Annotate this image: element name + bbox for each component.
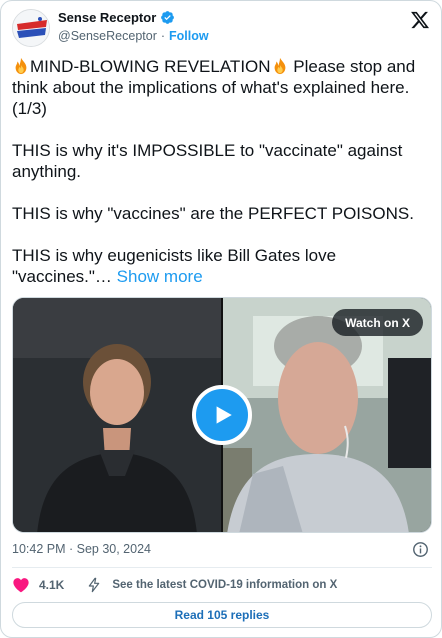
play-button[interactable] <box>192 385 252 445</box>
read-replies-button[interactable]: Read 105 replies <box>12 602 432 628</box>
like-button[interactable]: 4.1K <box>12 577 64 593</box>
tweet-paragraph-1: MIND-BLOWING REVELATION Please stop and … <box>12 56 434 119</box>
tweet-text: MIND-BLOWING REVELATION Please stop and … <box>12 56 434 287</box>
info-icon[interactable] <box>412 541 429 558</box>
play-icon <box>216 406 232 424</box>
fire-icon <box>274 57 285 75</box>
like-count: 4.1K <box>39 578 65 592</box>
heart-icon <box>13 578 29 593</box>
lightning-icon <box>89 577 100 593</box>
handle[interactable]: @SenseReceptor <box>58 29 157 43</box>
tweet-paragraph-4: THIS is why eugenicists like Bill Gates … <box>12 245 434 287</box>
follow-button[interactable]: Follow <box>169 29 209 43</box>
avatar-logo-icon <box>13 10 49 46</box>
tweet-timestamp[interactable]: 10:42 PM · Sep 30, 2024 <box>12 542 151 556</box>
covid-info-text: See the latest COVID-19 information on X <box>112 579 338 591</box>
divider <box>12 567 432 568</box>
verified-badge-icon <box>161 11 175 24</box>
watch-on-x-button[interactable]: Watch on X <box>332 309 423 336</box>
covid-info-link[interactable]: See the latest COVID-19 information on X <box>86 576 337 594</box>
video-player[interactable]: Watch on X <box>12 297 432 533</box>
handle-row: @SenseReceptor · Follow <box>58 29 209 43</box>
tweet-paragraph-3: THIS is why "vaccines" are the PERFECT P… <box>12 204 414 223</box>
fire-icon <box>15 57 27 75</box>
show-more-link[interactable]: Show more <box>117 267 203 286</box>
tweet-header: Sense Receptor @SenseReceptor · Follow <box>12 8 432 48</box>
name-row: Sense Receptor <box>58 10 175 25</box>
avatar[interactable] <box>12 9 50 47</box>
separator: · <box>160 29 166 43</box>
tweet-card: Sense Receptor @SenseReceptor · Follow M… <box>0 0 442 638</box>
tweet-headline: MIND-BLOWING REVELATION <box>30 57 271 76</box>
x-logo-icon[interactable] <box>410 10 430 30</box>
display-name[interactable]: Sense Receptor <box>58 10 156 25</box>
engagement-bar: 4.1K See the latest COVID-19 information… <box>12 575 432 595</box>
tweet-paragraph-2: THIS is why it's IMPOSSIBLE to "vaccinat… <box>12 141 403 181</box>
